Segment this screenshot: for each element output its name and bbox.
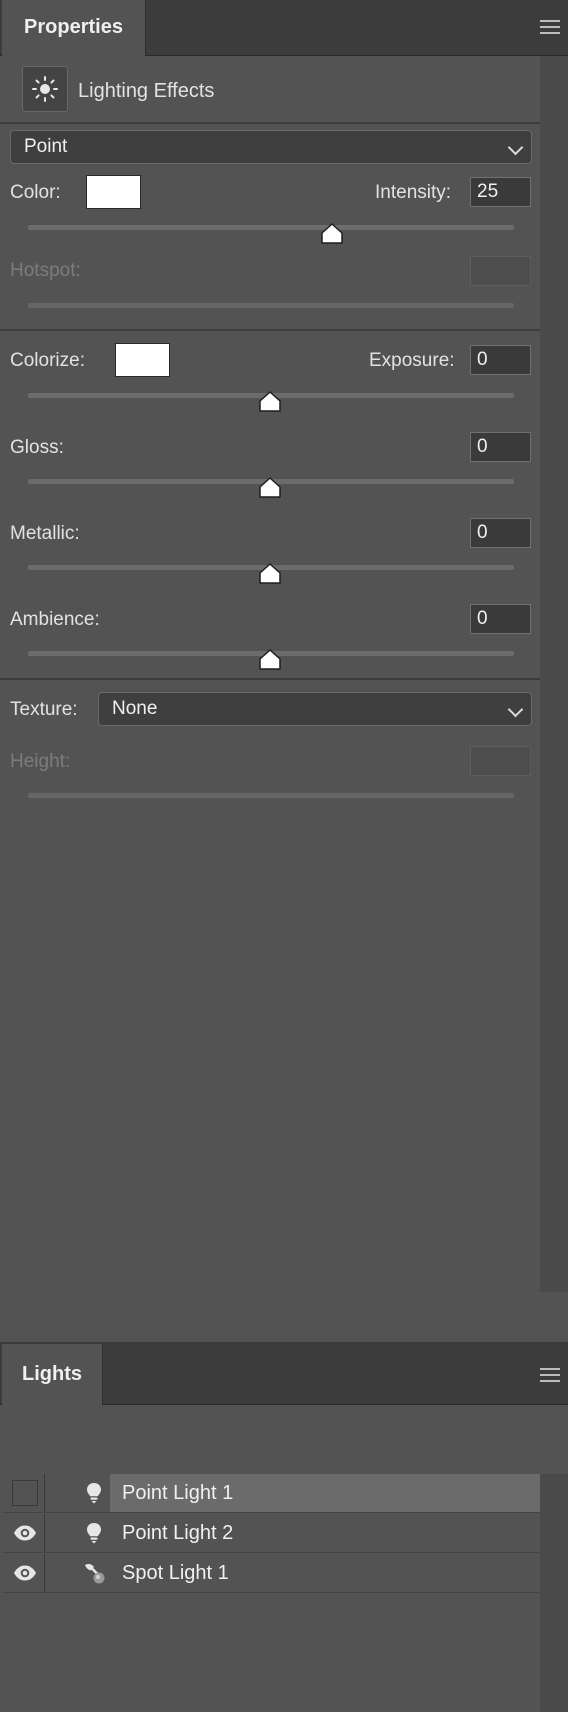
lights-scrollbar[interactable] [540,1474,568,1712]
chevron-down-icon [507,139,524,156]
divider [0,122,540,124]
eye-icon[interactable] [12,1520,38,1546]
visibility-toggle-empty[interactable] [12,1480,38,1506]
metallic-field[interactable]: 0 [470,518,531,548]
chevron-down-icon [507,701,524,718]
light-type-value: Point [24,136,68,157]
eye-icon[interactable] [12,1560,38,1586]
adjustment-title: Lighting Effects [78,80,215,102]
height-field[interactable] [470,746,531,776]
tab-properties[interactable]: Properties [2,0,146,56]
lights-panel: Lights Point Light 1 Point Light 2 Spot … [0,1344,568,1712]
gloss-label: Gloss: [10,437,64,458]
hotspot-slider-track[interactable] [28,303,514,308]
properties-panel: Properties Lighting Effects Point Color:… [0,0,568,1342]
light-row-spot-light-1[interactable]: Spot Light 1 [2,1554,540,1593]
metallic-slider-thumb[interactable] [258,563,282,585]
hotspot-field[interactable] [470,256,531,286]
exposure-slider-thumb[interactable] [258,391,282,413]
divider [0,678,540,680]
point-light-icon [87,1523,101,1544]
panel-menu-icon[interactable] [540,20,560,34]
exposure-field[interactable]: 0 [470,345,531,375]
divider [0,329,540,331]
ambience-slider-thumb[interactable] [258,649,282,671]
hotspot-label: Hotspot: [10,260,81,281]
height-slider-track[interactable] [28,793,514,798]
intensity-field[interactable]: 25 [470,177,531,207]
gloss-slider-thumb[interactable] [258,477,282,499]
tab-lights[interactable]: Lights [2,1344,103,1405]
color-label: Color: [10,182,61,203]
intensity-slider-thumb[interactable] [320,223,344,245]
exposure-label: Exposure: [369,350,455,371]
color-swatch[interactable] [86,175,141,209]
texture-label: Texture: [10,699,78,720]
gloss-field[interactable]: 0 [470,432,531,462]
texture-dropdown[interactable]: None [98,692,532,726]
ambience-label: Ambience: [10,609,100,630]
colorize-label: Colorize: [10,350,85,371]
light-name: Spot Light 1 [122,1562,229,1584]
divider [44,1514,45,1552]
light-name: Point Light 2 [122,1522,234,1544]
intensity-label: Intensity: [375,182,452,203]
light-type-dropdown[interactable]: Point [10,130,532,164]
light-name: Point Light 1 [122,1482,234,1504]
lighting-effects-icon [22,66,68,112]
intensity-slider-track[interactable] [28,225,514,230]
metallic-label: Metallic: [10,523,80,544]
light-row-point-light-2[interactable]: Point Light 2 [2,1514,540,1553]
divider [44,1474,45,1512]
light-row-point-light-1[interactable]: Point Light 1 [2,1474,540,1513]
ambience-field[interactable]: 0 [470,604,531,634]
panel-menu-icon[interactable] [540,1368,560,1382]
colorize-swatch[interactable] [115,343,170,377]
spot-light-icon [85,1563,105,1584]
texture-value: None [112,698,158,719]
properties-scrollbar[interactable] [540,56,568,1292]
point-light-icon [87,1483,101,1504]
divider [44,1554,45,1592]
height-label: Height: [10,751,71,772]
